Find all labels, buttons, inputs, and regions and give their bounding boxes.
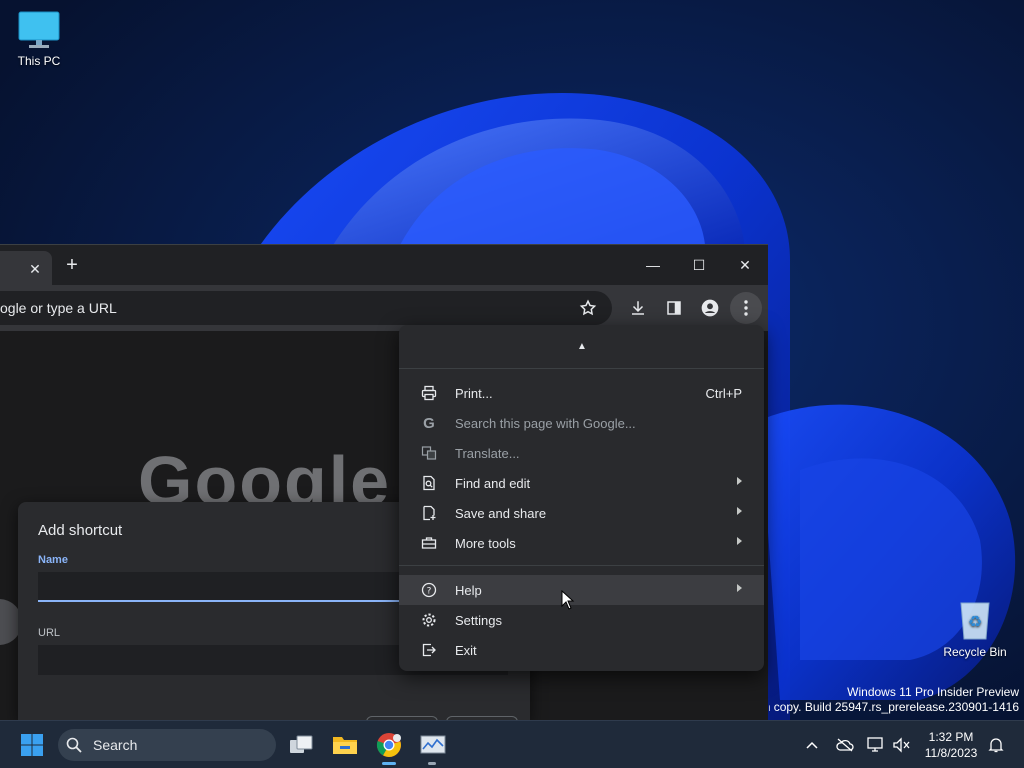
menu-item-settings[interactable]: Settings (399, 605, 764, 635)
onedrive-tray-icon[interactable] (835, 735, 855, 755)
task-view-button[interactable] (285, 729, 317, 761)
menu-item-label: Exit (455, 643, 477, 658)
printer-icon (421, 385, 437, 401)
menu-item-more-tools[interactable]: More tools (399, 528, 764, 558)
clock-date: 11/8/2023 (924, 746, 978, 760)
windows-logo-icon (21, 734, 43, 756)
download-icon[interactable] (626, 296, 650, 320)
svg-text:?: ? (427, 587, 432, 597)
watermark-line-1: Windows 11 Pro Insider Preview (847, 685, 1019, 699)
save-share-icon (421, 505, 437, 521)
google-g-icon: G (423, 414, 435, 432)
browser-tab[interactable]: ✕ (0, 251, 52, 285)
volume-tray-icon[interactable] (892, 735, 912, 755)
search-icon (66, 737, 82, 753)
show-hidden-icons-button[interactable] (802, 735, 822, 755)
menu-item-label: Settings (455, 613, 502, 628)
address-bar-placeholder: ogle or type a URL (0, 300, 117, 316)
dialog-title: Add shortcut (38, 522, 123, 539)
resource-monitor-icon (420, 735, 446, 754)
this-pc-label: This PC (17, 54, 61, 68)
notifications-button[interactable] (986, 735, 1006, 755)
menu-item-label: Help (455, 583, 482, 598)
menu-item-shortcut: Ctrl+P (705, 386, 742, 401)
name-field-label: Name (38, 554, 68, 566)
menu-item-label: Find and edit (455, 476, 531, 491)
menu-item-label: More tools (455, 536, 516, 551)
recycle-bin-desktop-icon[interactable]: ♻ Recycle Bin (937, 597, 1013, 659)
task-view-icon (290, 735, 313, 753)
profile-icon[interactable] (698, 296, 722, 320)
chrome-menu: ▲ Print... Ctrl+P G Search this page wit… (399, 325, 764, 671)
start-button[interactable] (16, 729, 48, 761)
new-tab-button[interactable]: + (60, 254, 84, 278)
chrome-taskbar-button[interactable] (373, 729, 405, 761)
submenu-arrow-icon (737, 477, 742, 485)
bookmark-star-icon[interactable] (576, 296, 600, 320)
menu-divider (399, 565, 764, 566)
menu-scroll-up[interactable]: ▲ (399, 325, 764, 369)
recycle-bin-label: Recycle Bin (943, 645, 1007, 659)
submenu-arrow-icon (737, 537, 742, 545)
menu-item-find-and-edit[interactable]: Find and edit (399, 468, 764, 498)
network-tray-icon[interactable] (866, 735, 886, 755)
bell-icon (988, 738, 1004, 753)
caret-up-icon: ▲ (577, 341, 587, 352)
folder-icon (333, 737, 357, 754)
minimize-button[interactable]: — (630, 251, 676, 279)
menu-item-label: Translate... (455, 446, 520, 461)
this-pc-desktop-icon[interactable]: This PC (1, 10, 77, 68)
file-explorer-button[interactable] (329, 729, 361, 761)
menu-item-search-with-google[interactable]: G Search this page with Google... (399, 408, 764, 438)
chevron-up-icon (806, 741, 818, 749)
watermark-line-2: Evaluation copy. Build 25947.rs_prerelea… (769, 700, 1019, 714)
menu-item-label: Print... (455, 386, 493, 401)
clock-time: 1:32 PM (928, 730, 974, 744)
search-label: Search (93, 737, 138, 753)
menu-item-label: Save and share (455, 506, 547, 521)
taskbar-search[interactable]: Search (58, 729, 276, 761)
menu-item-save-and-share[interactable]: Save and share (399, 498, 764, 528)
toolbox-icon (421, 535, 437, 551)
taskbar: Search 1:32 PM 11/8/2023 (0, 720, 1024, 768)
chrome-menu-button[interactable] (730, 292, 762, 324)
speaker-muted-icon (893, 737, 910, 753)
side-panel-icon[interactable] (662, 296, 686, 320)
find-icon (421, 475, 437, 491)
close-window-button[interactable]: ✕ (722, 251, 768, 279)
svg-text:♻: ♻ (968, 612, 982, 631)
menu-divider (399, 368, 764, 369)
translate-icon (421, 445, 437, 461)
menu-item-exit[interactable]: Exit (399, 635, 764, 665)
cloud-off-icon (836, 738, 854, 752)
tab-strip: ✕ + — ☐ ✕ (0, 245, 768, 285)
tab-close-icon[interactable]: ✕ (26, 260, 44, 278)
mouse-cursor-icon (561, 590, 575, 610)
windows-watermark: Windows 11 Pro Insider Preview Evaluatio… (769, 685, 1019, 715)
recycle-bin-icon: ♻ (960, 602, 990, 640)
url-field-label: URL (38, 627, 61, 639)
monitor-running-indicator (428, 762, 436, 765)
address-bar[interactable]: ogle or type a URL (0, 291, 612, 325)
chrome-logo-icon (376, 733, 401, 757)
chrome-running-indicator (382, 762, 396, 765)
menu-item-help[interactable]: ? Help (399, 575, 764, 605)
submenu-arrow-icon (737, 584, 742, 592)
system-clock[interactable]: 1:32 PM 11/8/2023 (920, 729, 982, 761)
maximize-button[interactable]: ☐ (676, 251, 722, 279)
menu-item-translate[interactable]: Translate... (399, 438, 764, 468)
resource-monitor-button[interactable] (417, 729, 449, 761)
menu-item-print[interactable]: Print... Ctrl+P (399, 378, 764, 408)
gear-icon (421, 612, 437, 628)
menu-item-label: Search this page with Google... (455, 416, 636, 431)
submenu-arrow-icon (737, 507, 742, 515)
exit-icon (421, 642, 437, 658)
monitor-icon (18, 11, 60, 48)
network-icon (867, 737, 883, 752)
help-icon: ? (421, 582, 437, 598)
